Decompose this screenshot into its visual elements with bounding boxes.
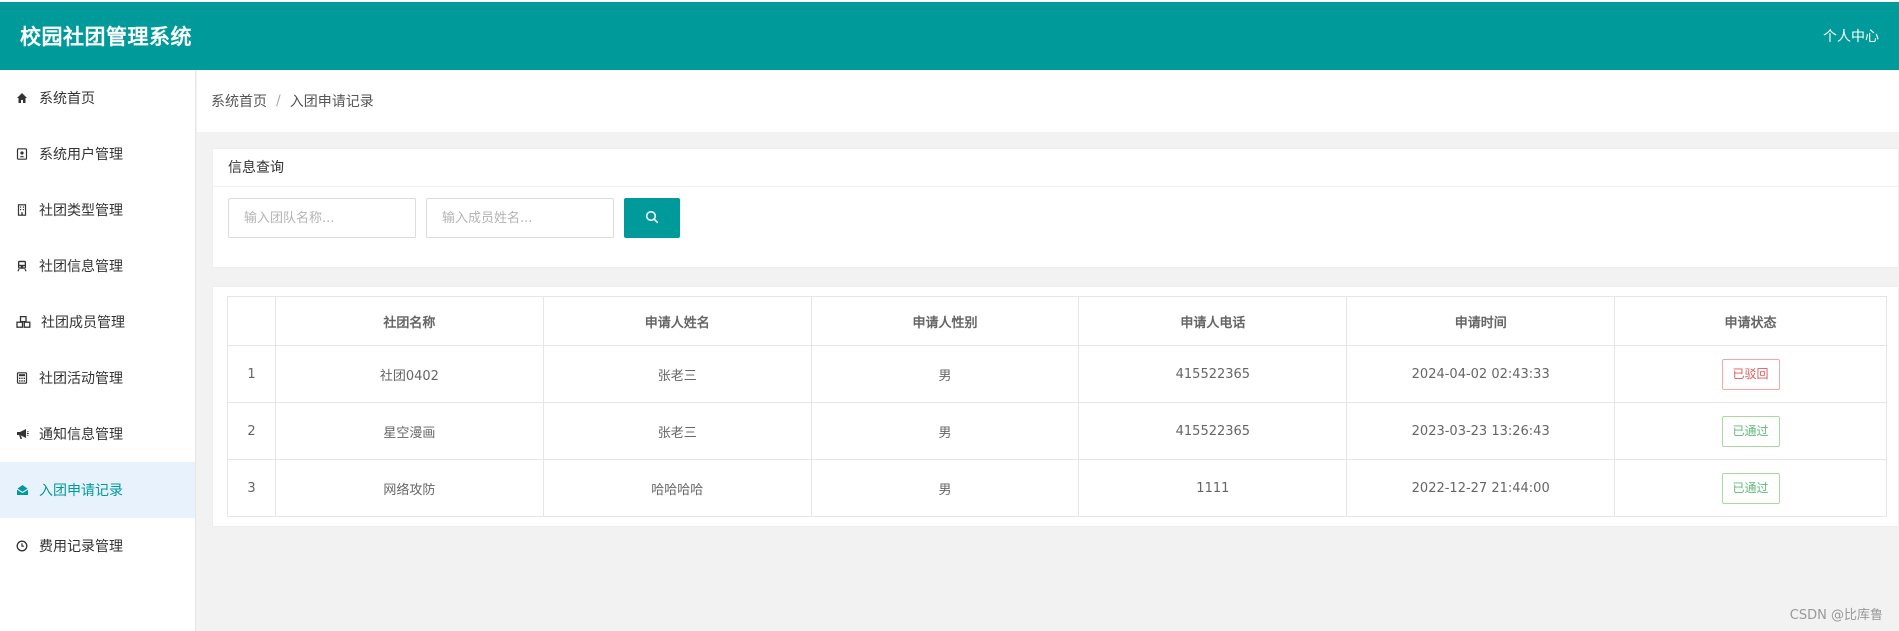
clock-icon <box>15 539 29 553</box>
cell-applicant: 哈哈哈哈 <box>542 459 812 517</box>
query-panel-title: 信息查询 <box>213 149 1898 187</box>
query-panel: 信息查询 <box>212 148 1899 268</box>
search-icon <box>645 210 659 227</box>
sidebar-item-label: 费用记录管理 <box>39 539 123 555</box>
cell-gender: 男 <box>810 402 1080 460</box>
cell-gender: 男 <box>810 345 1080 403</box>
cell-status: 已驳回 <box>1614 345 1887 403</box>
sidebar-item-club-types[interactable]: 社团类型管理 <box>0 182 195 238</box>
cell-applicant: 张老三 <box>542 402 812 460</box>
sidebar-item-label: 社团成员管理 <box>41 315 125 331</box>
sidebar-item-join-requests[interactable]: 入团申请记录 <box>0 462 195 518</box>
cell-gender: 男 <box>810 459 1080 517</box>
cell-phone: 1111 <box>1078 459 1348 517</box>
table-header-row: 社团名称 申请人姓名 申请人性别 申请人电话 申请时间 申请状态 <box>227 296 1887 346</box>
cell-status: 已通过 <box>1614 459 1887 517</box>
column-header-gender: 申请人性别 <box>810 296 1080 346</box>
status-badge: 已通过 <box>1721 415 1780 447</box>
table-row: 3 网络攻防 哈哈哈哈 男 1111 2022-12-27 21:44:00 已… <box>227 459 1887 517</box>
sidebar-item-home[interactable]: 系统首页 <box>0 70 195 126</box>
cell-index: 1 <box>227 345 276 403</box>
column-header-time: 申请时间 <box>1346 296 1616 346</box>
breadcrumb-current: 入团申请记录 <box>289 94 374 110</box>
building-icon <box>15 203 29 217</box>
join-requests-table: 社团名称 申请人姓名 申请人性别 申请人电话 申请时间 申请状态 1 社团040… <box>227 296 1887 517</box>
sidebar-item-label: 系统首页 <box>39 91 95 107</box>
sidebar-item-label: 社团类型管理 <box>39 203 123 219</box>
cell-index: 2 <box>227 402 276 460</box>
breadcrumb-home[interactable]: 系统首页 <box>211 91 267 111</box>
member-name-input[interactable] <box>426 198 614 238</box>
table-row: 2 星空漫画 张老三 男 415522365 2023-03-23 13:26:… <box>227 402 1887 460</box>
sidebar-item-label: 入团申请记录 <box>39 483 123 499</box>
status-badge: 已通过 <box>1721 472 1780 504</box>
cell-club: 星空漫画 <box>274 402 544 460</box>
breadcrumb: 系统首页 / 入团申请记录 <box>197 70 1899 132</box>
records-panel: 社团名称 申请人姓名 申请人性别 申请人电话 申请时间 申请状态 1 社团040… <box>212 286 1899 527</box>
column-header-status: 申请状态 <box>1614 296 1887 346</box>
cell-club: 网络攻防 <box>274 459 544 517</box>
user-card-icon <box>15 147 29 161</box>
search-button[interactable] <box>624 198 680 238</box>
sidebar-item-label: 社团活动管理 <box>39 371 123 387</box>
column-header-club: 社团名称 <box>274 296 544 346</box>
cell-time: 2024-04-02 02:43:33 <box>1346 345 1616 403</box>
sidebar-item-club-activities[interactable]: 社团活动管理 <box>0 350 195 406</box>
sidebar-item-label: 系统用户管理 <box>39 147 123 163</box>
column-header-phone: 申请人电话 <box>1078 296 1348 346</box>
sidebar-item-club-members[interactable]: 社团成员管理 <box>0 294 195 350</box>
cell-phone: 415522365 <box>1078 402 1348 460</box>
app-title: 校园社团管理系统 <box>20 25 192 49</box>
cubes-icon <box>15 315 31 329</box>
bullhorn-icon <box>15 427 29 441</box>
sidebar-item-system-users[interactable]: 系统用户管理 <box>0 126 195 182</box>
status-badge: 已驳回 <box>1721 358 1780 390</box>
cell-applicant: 张老三 <box>542 345 812 403</box>
sidebar-item-label: 社团信息管理 <box>39 259 123 275</box>
table-row: 1 社团0402 张老三 男 415522365 2024-04-02 02:4… <box>227 345 1887 403</box>
calculator-icon <box>15 371 29 385</box>
watermark: CSDN @比库鲁 <box>1789 608 1883 623</box>
train-icon <box>15 259 29 273</box>
top-header: 校园社团管理系统 个人中心 <box>0 0 1899 70</box>
sidebar: 系统首页 系统用户管理 社团类型管理 社团信息管理 社团成员管理 社团活动管理 <box>0 70 196 631</box>
cell-time: 2023-03-23 13:26:43 <box>1346 402 1616 460</box>
cell-phone: 415522365 <box>1078 345 1348 403</box>
sidebar-item-notices[interactable]: 通知信息管理 <box>0 406 195 462</box>
cell-club: 社团0402 <box>274 345 544 403</box>
team-name-input[interactable] <box>228 198 416 238</box>
cell-status: 已通过 <box>1614 402 1887 460</box>
sidebar-item-label: 通知信息管理 <box>39 427 123 443</box>
column-header-applicant: 申请人姓名 <box>542 296 812 346</box>
column-header-index <box>227 296 276 346</box>
cell-time: 2022-12-27 21:44:00 <box>1346 459 1616 517</box>
envelope-open-icon <box>15 483 29 497</box>
sidebar-item-fees[interactable]: 费用记录管理 <box>0 518 195 574</box>
sidebar-item-club-info[interactable]: 社团信息管理 <box>0 238 195 294</box>
search-row <box>228 198 680 238</box>
home-icon <box>15 91 29 105</box>
user-center-link[interactable]: 个人中心 <box>1823 2 1879 72</box>
breadcrumb-separator: / <box>276 93 281 109</box>
cell-index: 3 <box>227 459 276 517</box>
